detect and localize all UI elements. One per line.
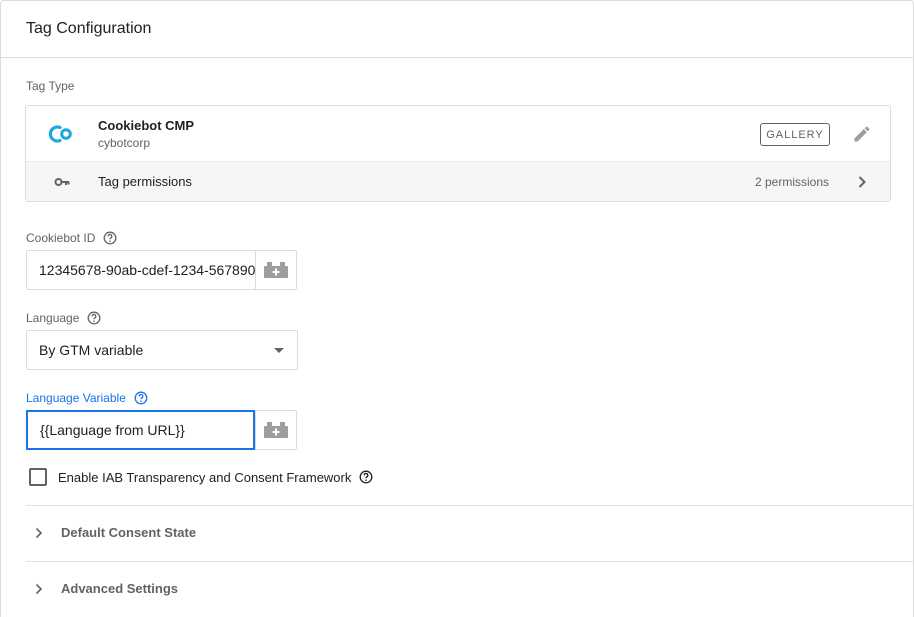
cookiebot-id-label: Cookiebot ID — [26, 231, 117, 245]
tag-permissions-count: 2 permissions — [755, 175, 830, 189]
chevron-right-icon — [858, 176, 866, 188]
cookiebot-id-label-text: Cookiebot ID — [26, 231, 96, 245]
language-select[interactable]: By GTM variable — [26, 330, 298, 370]
language-variable-label: Language Variable — [26, 391, 148, 405]
tag-permissions-row[interactable]: Tag permissions 2 permissions — [26, 161, 890, 201]
advanced-settings-section[interactable]: Advanced Settings — [26, 562, 914, 617]
card-header: Tag Configuration — [1, 1, 913, 58]
tag-permissions-label: Tag permissions — [98, 174, 192, 189]
dropdown-arrow-icon — [274, 348, 284, 353]
iab-checkbox[interactable] — [29, 468, 47, 486]
tag-configuration-card: Tag Configuration Tag Type Cookiebot CMP… — [0, 0, 914, 617]
chevron-right-icon — [35, 527, 43, 539]
language-label: Language — [26, 311, 101, 325]
help-circle-icon[interactable] — [87, 311, 101, 325]
default-consent-state-section[interactable]: Default Consent State — [26, 506, 914, 561]
card-title: Tag Configuration — [26, 20, 152, 37]
cookiebot-logo-icon — [48, 125, 72, 143]
variable-picker-button[interactable] — [255, 411, 296, 449]
tag-type-main[interactable]: Cookiebot CMP cybotcorp GALLERY — [26, 106, 890, 161]
default-consent-state-label: Default Consent State — [61, 525, 197, 540]
gallery-badge: GALLERY — [760, 123, 830, 146]
tag-type-box: Cookiebot CMP cybotcorp GALLERY Tag perm… — [25, 105, 891, 202]
language-select-value: By GTM variable — [39, 342, 144, 358]
language-variable-label-text: Language Variable — [26, 391, 126, 405]
iab-checkbox-row: Enable IAB Transparency and Consent Fram… — [29, 468, 373, 486]
tag-type-label: Tag Type — [26, 79, 74, 93]
help-circle-icon[interactable] — [359, 470, 373, 484]
iab-checkbox-label[interactable]: Enable IAB Transparency and Consent Fram… — [58, 470, 351, 485]
advanced-settings-label: Advanced Settings — [61, 581, 179, 596]
language-label-text: Language — [26, 311, 80, 325]
cookiebot-id-input[interactable]: 12345678-90ab-cdef-1234-567890abcdef — [27, 251, 255, 289]
tag-type-label-text: Tag Type — [26, 79, 75, 93]
language-variable-field: {{Language from URL}} — [26, 410, 297, 450]
tag-type-vendor: cybotcorp — [98, 136, 151, 150]
tag-type-name: Cookiebot CMP — [98, 118, 195, 133]
lego-brick-add-icon — [264, 262, 289, 278]
language-variable-input[interactable]: {{Language from URL}} — [26, 410, 256, 450]
variable-picker-button[interactable] — [255, 251, 296, 289]
key-icon — [54, 178, 70, 186]
pencil-icon[interactable] — [852, 124, 872, 144]
help-circle-icon[interactable] — [103, 231, 117, 245]
lego-brick-add-icon — [264, 422, 289, 438]
help-circle-icon[interactable] — [134, 391, 148, 405]
cookiebot-id-field: 12345678-90ab-cdef-1234-567890abcdef — [26, 250, 297, 290]
chevron-right-icon — [35, 583, 43, 595]
